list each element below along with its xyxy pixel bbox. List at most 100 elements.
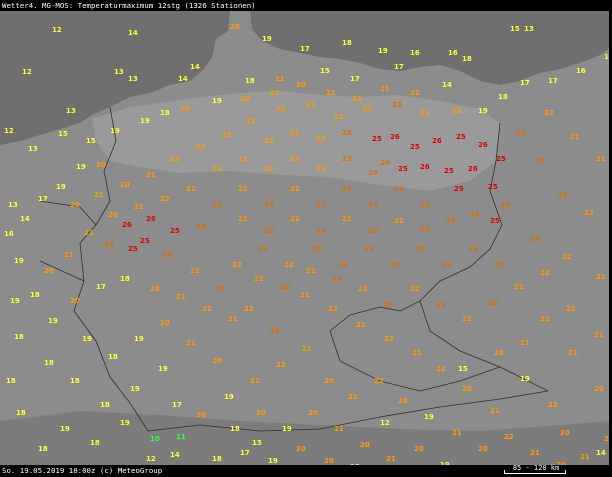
station-value: 21	[290, 129, 300, 137]
station-value: 23	[530, 235, 540, 243]
station-value: 23	[342, 129, 352, 137]
station-value: 21	[94, 191, 104, 199]
station-value: 18	[70, 377, 80, 385]
station-value: 24	[500, 201, 510, 209]
station-value: 23	[488, 299, 498, 307]
station-value: 21	[275, 75, 285, 83]
station-value: 24	[390, 261, 400, 269]
station-value: 22	[384, 335, 394, 343]
station-value: 23	[420, 201, 430, 209]
station-value: 14	[190, 63, 200, 71]
station-value: 22	[84, 229, 94, 237]
station-value: 24	[270, 327, 280, 335]
station-value: 13	[128, 75, 138, 83]
station-value: 22	[284, 261, 294, 269]
station-value: 19	[130, 385, 140, 393]
station-value: 22	[222, 131, 232, 139]
station-value: 22	[540, 315, 550, 323]
station-value: 22	[562, 253, 572, 261]
station-value: 18	[100, 401, 110, 409]
station-value: 26	[468, 165, 478, 173]
station-value: 21	[290, 155, 300, 163]
station-value: 23	[312, 245, 322, 253]
station-value: 18	[462, 55, 472, 63]
station-value: 26	[432, 137, 442, 145]
scale-line	[504, 473, 566, 474]
station-value: 20	[44, 267, 54, 275]
station-value: 25	[454, 185, 464, 193]
station-value: 22	[394, 217, 404, 225]
station-value: 16	[576, 67, 586, 75]
station-value: 24	[368, 169, 378, 177]
station-value: 24	[416, 245, 426, 253]
station-value: 23	[368, 201, 378, 209]
station-value: 15	[510, 25, 520, 33]
station-value: 21	[570, 133, 580, 141]
station-value: 19	[282, 425, 292, 433]
station-value: 14	[20, 215, 30, 223]
station-value: 18	[16, 409, 26, 417]
station-value: 18	[230, 425, 240, 433]
station-value: 21	[580, 453, 590, 461]
station-value: 19	[14, 257, 24, 265]
station-value: 21	[490, 407, 500, 415]
station-value: 20	[240, 95, 250, 103]
station-value: 19	[158, 365, 168, 373]
station-value: 21	[196, 143, 206, 151]
station-value: 12	[22, 68, 32, 76]
station-value: 22	[358, 285, 368, 293]
station-value: 23	[494, 261, 504, 269]
scale-tick-left	[504, 470, 505, 474]
station-value: 20	[594, 385, 604, 393]
station-value: 16	[410, 49, 420, 57]
station-value: 23	[516, 129, 526, 137]
station-value: 16	[448, 49, 458, 57]
station-value: 21	[386, 455, 396, 463]
station-value: 21	[64, 251, 74, 259]
station-value: 22	[410, 89, 420, 97]
station-value: 17	[350, 75, 360, 83]
station-value: 22	[316, 165, 326, 173]
station-value: 21	[186, 339, 196, 347]
station-value: 24	[196, 223, 206, 231]
station-value: 15	[86, 137, 96, 145]
station-value: 19	[10, 297, 20, 305]
station-value: 21	[176, 293, 186, 301]
temperature-map: 1212 1313 14141413131215151314161919181818…	[0, 11, 612, 465]
station-value: 17	[548, 77, 558, 85]
station-value: 21	[270, 89, 280, 97]
station-value: 23	[436, 301, 446, 309]
station-value: 18	[6, 377, 16, 385]
station-value: 22	[212, 165, 222, 173]
station-value: 25	[398, 165, 408, 173]
station-value: 23	[368, 227, 378, 235]
station-value: 21	[300, 291, 310, 299]
station-value: 25	[170, 227, 180, 235]
station-value: 22	[374, 377, 384, 385]
station-value: 22	[584, 209, 594, 217]
station-value: 21	[568, 349, 578, 357]
station-value: 15	[320, 67, 330, 75]
station-value: 21	[134, 203, 144, 211]
station-value: 12	[52, 26, 62, 34]
station-value: 13	[524, 25, 534, 33]
station-value: 20	[108, 211, 118, 219]
station-value: 24	[162, 251, 172, 259]
station-value: 19	[134, 335, 144, 343]
station-value: 26	[390, 133, 400, 141]
station-value: 22	[276, 105, 286, 113]
station-value: 22	[306, 267, 316, 275]
station-value: 22	[264, 137, 274, 145]
station-value: 19	[262, 35, 272, 43]
station-value: 22	[238, 185, 248, 193]
station-value: 25	[444, 167, 454, 175]
map-title: Wetter4. MG-MOS: Temperaturmaximum 12stg…	[0, 0, 612, 11]
station-value: 22	[334, 113, 344, 121]
station-value: 21	[452, 429, 462, 437]
station-value: 22	[410, 285, 420, 293]
station-value: 22	[548, 401, 558, 409]
station-value: 21	[186, 185, 196, 193]
map-footer: So. 19.05.2019 18:00z (c) MeteoGroup 85 …	[0, 464, 612, 477]
station-value: 18	[342, 39, 352, 47]
station-value: 22	[452, 107, 462, 115]
